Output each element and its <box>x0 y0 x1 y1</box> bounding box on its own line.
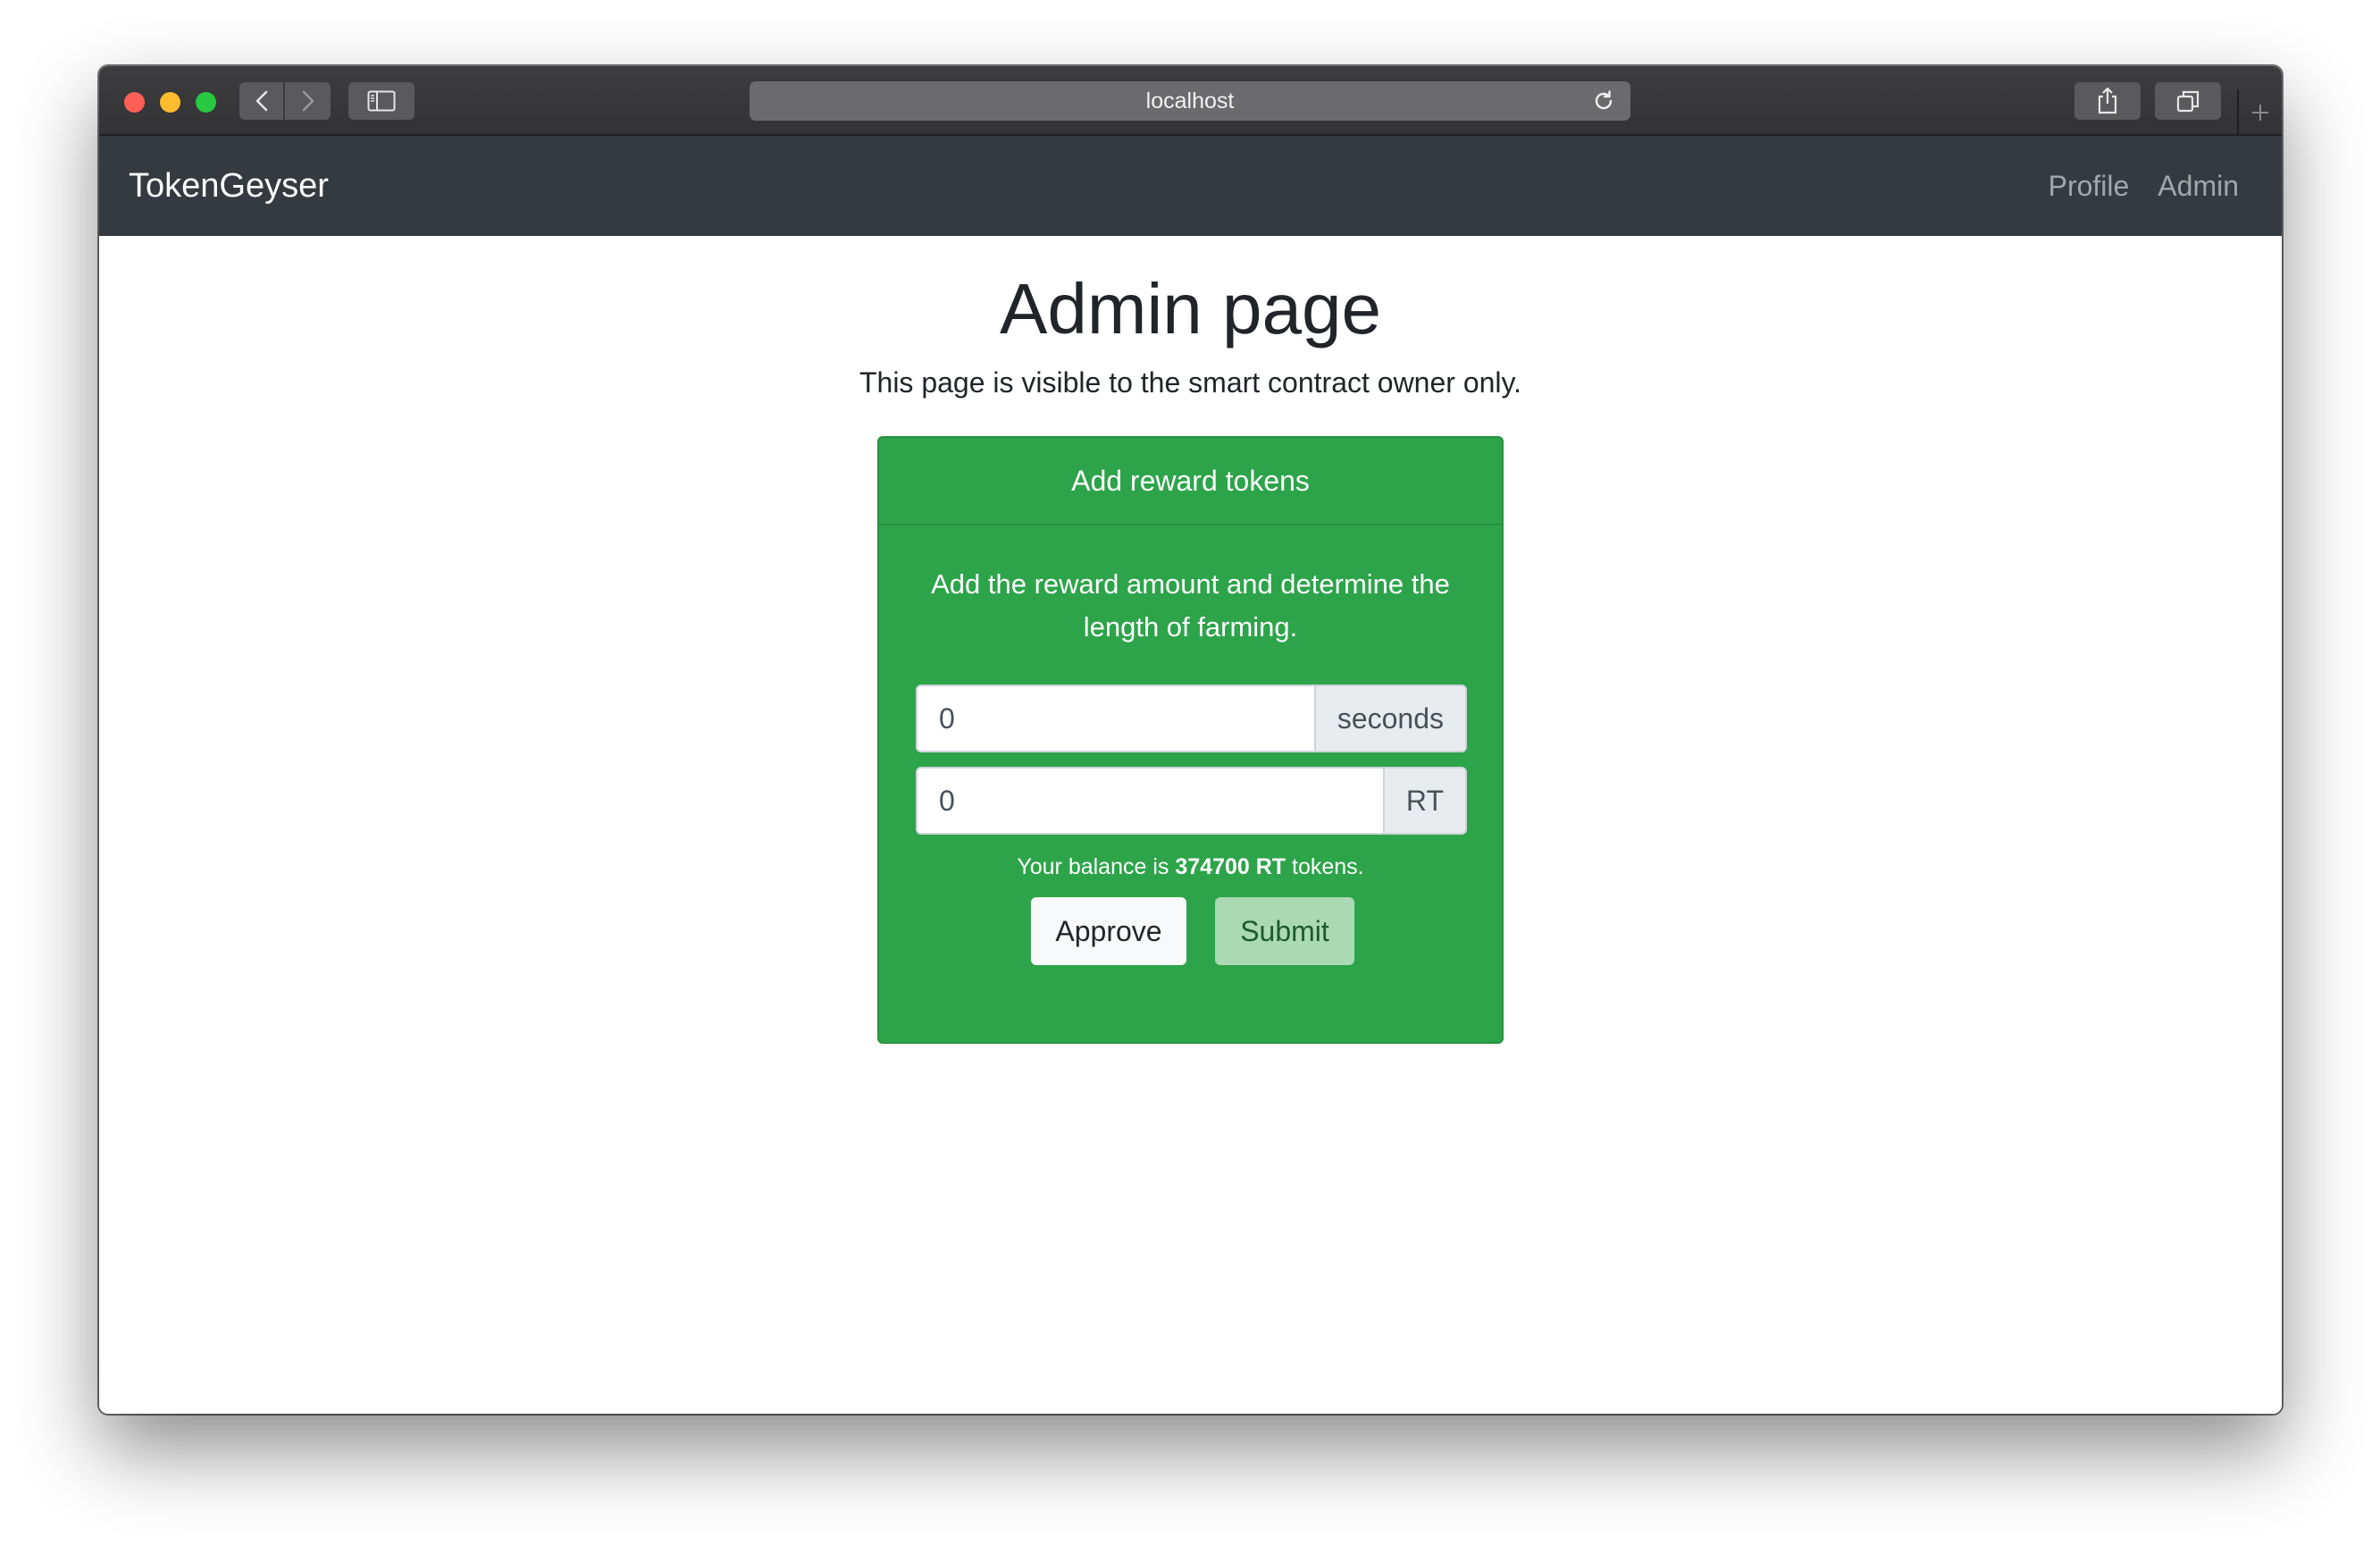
chevron-right-icon <box>302 90 314 112</box>
browser-toolbar: localhost <box>99 66 2282 136</box>
plus-icon <box>2252 105 2268 121</box>
share-button[interactable] <box>2074 82 2141 120</box>
sidebar-icon <box>367 90 396 112</box>
forward-button[interactable] <box>285 82 331 120</box>
page-content: Admin page This page is visible to the s… <box>99 236 2282 1414</box>
share-icon <box>2098 87 2117 114</box>
balance-amount: 374700 RT <box>1175 854 1286 879</box>
amount-input-group: RT <box>916 767 1467 835</box>
amount-unit-addon: RT <box>1382 769 1465 833</box>
sidebar-toggle-button[interactable] <box>348 82 415 120</box>
close-window-button[interactable] <box>124 92 145 113</box>
nav-link-profile[interactable]: Profile <box>2049 170 2130 203</box>
add-reward-card: Add reward tokens Add the reward amount … <box>877 436 1504 1044</box>
duration-unit-addon: seconds <box>1313 686 1465 751</box>
history-navigation <box>239 82 331 120</box>
nav-link-admin[interactable]: Admin <box>2158 170 2239 203</box>
reload-icon[interactable] <box>1591 88 1616 113</box>
balance-suffix: tokens. <box>1292 854 1364 879</box>
balance-text: Your balance is 374700 RT tokens. <box>879 854 1502 880</box>
address-bar[interactable]: localhost <box>750 81 1630 121</box>
new-tab-button[interactable] <box>2237 89 2282 136</box>
tabs-overview-icon <box>2176 90 2200 113</box>
app-navbar: TokenGeyser Profile Admin <box>99 136 2282 236</box>
browser-window: localhost TokenGeyser Profile Admin Admi… <box>99 66 2282 1414</box>
balance-prefix: Your balance is <box>1017 854 1169 879</box>
page-subtitle: This page is visible to the smart contra… <box>859 366 1522 399</box>
page-title: Admin page <box>1000 269 1381 349</box>
card-header: Add reward tokens <box>879 438 1502 525</box>
duration-input-group: seconds <box>916 685 1467 752</box>
amount-input[interactable] <box>918 769 1383 833</box>
submit-button[interactable]: Submit <box>1215 897 1354 965</box>
url-text: localhost <box>1145 88 1235 113</box>
back-button[interactable] <box>239 82 285 120</box>
duration-input[interactable] <box>918 686 1314 751</box>
card-description: Add the reward amount and determine the … <box>931 568 1450 643</box>
brand-link[interactable]: TokenGeyser <box>129 136 329 236</box>
chevron-left-icon <box>256 90 267 112</box>
minimize-window-button[interactable] <box>160 92 180 113</box>
approve-button[interactable]: Approve <box>1031 897 1186 965</box>
zoom-window-button[interactable] <box>196 92 216 113</box>
nav-links: Profile Admin <box>2049 136 2239 236</box>
tabs-overview-button[interactable] <box>2155 82 2221 120</box>
